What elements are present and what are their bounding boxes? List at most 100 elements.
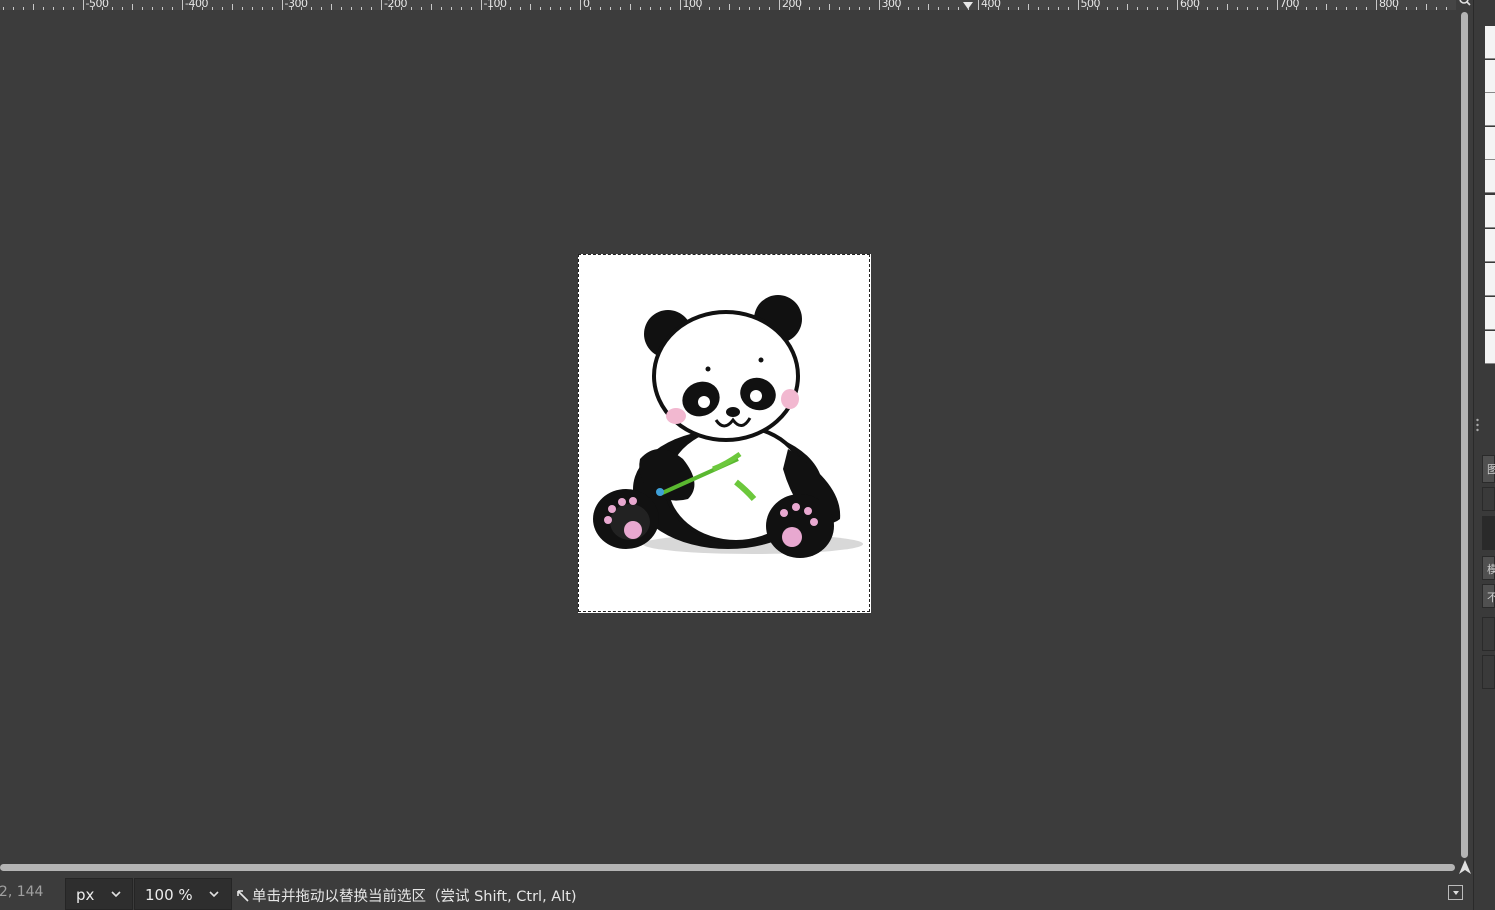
quick-mask-icon[interactable] bbox=[1448, 885, 1463, 900]
ruler-tick bbox=[82, 0, 84, 10]
ruler-tick bbox=[22, 7, 24, 10]
ruler-label: 400 bbox=[981, 0, 1001, 10]
ruler-tick bbox=[371, 7, 373, 10]
ruler-tick bbox=[769, 7, 771, 10]
ruler-tick bbox=[1177, 0, 1178, 10]
ruler-tick bbox=[540, 7, 542, 10]
ruler-tick bbox=[1346, 7, 1348, 10]
brush-thumbnail[interactable] bbox=[1485, 297, 1495, 330]
ruler-label: 700 bbox=[1279, 0, 1300, 10]
ruler-tick bbox=[341, 7, 343, 10]
dock-grip-icon[interactable] bbox=[1476, 418, 1479, 432]
brush-thumbnail[interactable] bbox=[1485, 93, 1495, 126]
ruler-tick bbox=[908, 7, 910, 10]
ruler-tick bbox=[1117, 7, 1119, 10]
navigate-icon[interactable] bbox=[1457, 859, 1473, 875]
brush-thumbnail[interactable] bbox=[1485, 60, 1495, 93]
ruler-tick bbox=[1017, 7, 1019, 10]
brush-thumbnail[interactable] bbox=[1485, 127, 1495, 160]
ruler-tick bbox=[321, 7, 323, 10]
chevron-down-icon bbox=[111, 891, 121, 898]
ruler-tick bbox=[520, 7, 522, 10]
image-canvas[interactable] bbox=[578, 254, 871, 613]
ruler-tick bbox=[868, 7, 870, 10]
ruler-tick bbox=[1157, 7, 1159, 10]
ruler-tick bbox=[570, 7, 572, 10]
horizontal-scrollbar-thumb[interactable] bbox=[0, 864, 1455, 871]
chevron-down-icon bbox=[209, 891, 219, 898]
ruler-tick bbox=[550, 7, 552, 10]
brush-thumbnail[interactable] bbox=[1485, 160, 1495, 193]
ruler-tick bbox=[948, 7, 950, 10]
ruler-tick bbox=[1216, 7, 1218, 10]
ruler-tick bbox=[1405, 7, 1407, 10]
ruler-tick bbox=[440, 7, 442, 10]
ruler-tick bbox=[749, 7, 751, 10]
ruler-tick bbox=[460, 7, 462, 10]
ruler-label: 0 bbox=[583, 0, 590, 10]
pointer-coordinates: 92, 144 bbox=[0, 884, 44, 900]
dock-opacity-label: 不 bbox=[1487, 591, 1495, 604]
ruler-tick bbox=[172, 7, 174, 10]
ruler-tick bbox=[808, 7, 810, 10]
ruler-tick bbox=[838, 7, 840, 10]
ruler-tick bbox=[32, 4, 34, 10]
ruler-tick bbox=[639, 7, 641, 10]
ruler-tick bbox=[1007, 7, 1009, 10]
brush-thumbnail[interactable] bbox=[1485, 331, 1495, 364]
ruler-tick bbox=[1047, 7, 1049, 10]
brush-thumbnail[interactable] bbox=[1485, 26, 1495, 59]
horizontal-ruler[interactable]: -500 -400 -300 -200 -100 0 100 200 300 400 500 600 7… bbox=[0, 0, 1456, 10]
ruler-tick bbox=[1306, 7, 1308, 10]
ruler-tick bbox=[1077, 0, 1079, 10]
brush-thumbnail[interactable] bbox=[1485, 229, 1495, 262]
ruler-label: 600 bbox=[1180, 0, 1200, 10]
ruler-tick bbox=[858, 7, 860, 10]
ruler-tick bbox=[828, 4, 830, 10]
ruler-tick bbox=[52, 7, 54, 10]
zoom-value: 100 % bbox=[145, 886, 193, 904]
ruler-label: 500 bbox=[1080, 0, 1101, 10]
ruler-tick bbox=[729, 4, 731, 10]
ruler-tick bbox=[132, 4, 134, 10]
ruler-tick bbox=[1206, 7, 1208, 10]
ruler-tick bbox=[62, 7, 64, 10]
selection-cursor-icon bbox=[237, 890, 249, 902]
ruler-tick bbox=[978, 0, 979, 10]
dock-arrow-button-1[interactable] bbox=[1482, 617, 1495, 651]
ruler-tick bbox=[1067, 7, 1069, 10]
brush-thumbnail[interactable] bbox=[1485, 195, 1495, 228]
dock-mode-selector[interactable]: 模 bbox=[1482, 556, 1495, 580]
ruler-tick bbox=[112, 7, 114, 10]
unit-selector[interactable]: px bbox=[65, 878, 133, 910]
vertical-scrollbar-thumb[interactable] bbox=[1461, 12, 1468, 858]
ruler-tick bbox=[420, 7, 422, 10]
dock-opacity-field[interactable]: 不 bbox=[1482, 584, 1495, 608]
ruler-tick bbox=[1147, 7, 1149, 10]
ruler-label: -300 bbox=[284, 0, 308, 10]
ruler-tick bbox=[271, 7, 273, 10]
ruler-tick bbox=[182, 0, 183, 10]
dock-menu-button[interactable] bbox=[1482, 487, 1495, 511]
search-icon[interactable] bbox=[1458, 0, 1472, 8]
ruler-tick bbox=[1137, 7, 1139, 10]
ruler-tick bbox=[649, 7, 651, 10]
ruler-tick bbox=[1226, 4, 1228, 10]
ruler-tick bbox=[331, 4, 333, 10]
zoom-selector[interactable]: 100 % bbox=[134, 878, 232, 910]
dock-arrow-button-2[interactable] bbox=[1482, 655, 1495, 689]
ruler-tick bbox=[580, 0, 581, 10]
ruler-tick bbox=[2, 7, 4, 10]
brush-thumbnail[interactable] bbox=[1485, 263, 1495, 296]
ruler-tick bbox=[759, 7, 761, 10]
dock-tab-label: 图 bbox=[1487, 463, 1495, 476]
ruler-tick bbox=[211, 7, 213, 10]
dock-mode-label: 模 bbox=[1487, 563, 1495, 576]
ruler-tick bbox=[1256, 7, 1258, 10]
ruler-label: -100 bbox=[483, 0, 507, 10]
ruler-tick bbox=[848, 7, 850, 10]
ruler-tick bbox=[1107, 7, 1109, 10]
ruler-label: -200 bbox=[384, 0, 407, 10]
dock-tab-image[interactable]: 图 bbox=[1482, 455, 1495, 483]
ruler-label: 800 bbox=[1379, 0, 1399, 10]
